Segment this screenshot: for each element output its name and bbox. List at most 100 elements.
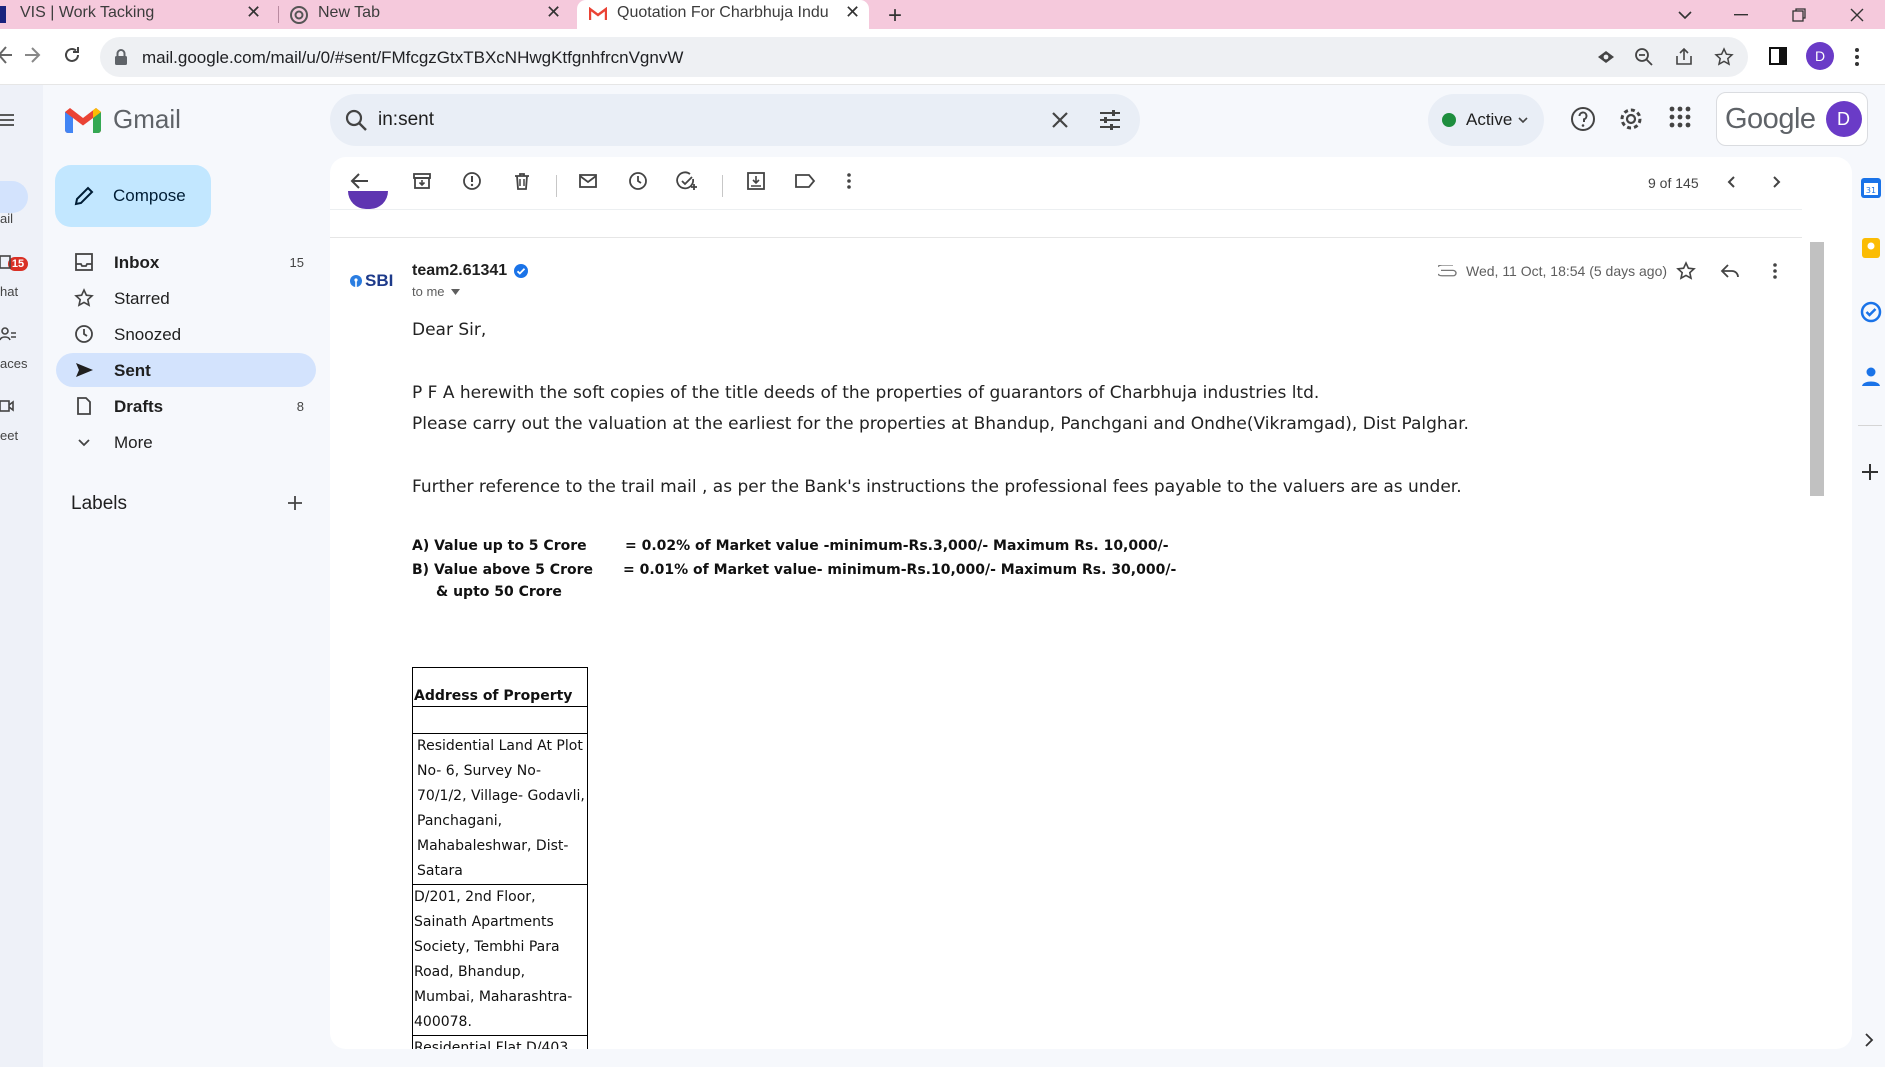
close-window-icon[interactable] xyxy=(1842,0,1872,29)
browser-menu-icon[interactable] xyxy=(1854,47,1860,67)
minimize-icon[interactable] xyxy=(1726,0,1756,29)
bookmark-star-icon[interactable] xyxy=(1714,47,1734,67)
tab-title: Quotation For Charbhuja Indust xyxy=(617,4,829,21)
mail-search-bar[interactable]: in:sent xyxy=(330,94,1140,146)
inbox-count: 15 xyxy=(289,255,304,270)
url-text: mail.google.com/mail/u/0/#sent/FMfcgzGtx… xyxy=(142,48,684,67)
calendar-icon[interactable]: 31 xyxy=(1860,177,1882,199)
close-tab-icon[interactable]: ✕ xyxy=(845,2,860,23)
add-to-tasks-icon[interactable] xyxy=(676,171,698,191)
table-header: Address of Property xyxy=(412,667,588,707)
reload-icon[interactable] xyxy=(62,45,82,65)
mark-unread-icon[interactable] xyxy=(578,171,598,191)
message-scrollbar[interactable] xyxy=(1810,242,1824,496)
settings-gear-icon[interactable] xyxy=(1618,106,1644,132)
spaces-icon[interactable] xyxy=(0,327,16,341)
app-mail-label[interactable]: ail xyxy=(0,211,13,226)
delete-trash-icon[interactable] xyxy=(512,171,532,191)
tab-search-chevron-icon[interactable] xyxy=(1670,0,1700,29)
search-input[interactable]: in:sent xyxy=(378,109,434,131)
message-more-icon[interactable] xyxy=(1772,261,1778,281)
google-apps-grid-icon[interactable] xyxy=(1669,106,1691,128)
recipient-dropdown[interactable]: to me xyxy=(412,284,460,299)
app-meet-label[interactable]: eet xyxy=(0,428,18,443)
sidebar-item-starred[interactable]: Starred xyxy=(56,281,316,315)
create-label-plus-icon[interactable] xyxy=(286,494,304,512)
older-chevron-right-icon[interactable] xyxy=(1770,175,1782,189)
reply-icon[interactable] xyxy=(1720,261,1740,281)
recipient-text: to me xyxy=(412,284,445,299)
help-icon[interactable] xyxy=(1570,106,1596,132)
close-tab-icon[interactable]: ✕ xyxy=(246,2,261,23)
fee-b-label: B) Value above 5 Crore xyxy=(412,562,593,578)
sidebar-item-inbox[interactable]: Inbox 15 xyxy=(56,245,316,279)
contacts-icon[interactable] xyxy=(1861,365,1881,387)
star-message-icon[interactable] xyxy=(1676,261,1696,281)
property-address-table: Address of Property Residential Land At … xyxy=(412,667,588,1049)
more-options-icon[interactable] xyxy=(846,171,852,191)
chat-icon[interactable] xyxy=(0,255,12,269)
back-arrow-icon[interactable] xyxy=(0,45,12,65)
sender-name[interactable]: team2.61341 xyxy=(412,262,507,280)
keep-icon[interactable] xyxy=(1860,237,1882,259)
zoom-icon[interactable] xyxy=(1634,47,1654,67)
tab-title: VIS | Work Tacking xyxy=(20,4,155,21)
active-status-dot xyxy=(1442,113,1456,127)
back-to-list-icon[interactable] xyxy=(350,171,370,191)
address-bar[interactable]: mail.google.com/mail/u/0/#sent/FMfcgzGtx… xyxy=(100,37,1748,77)
app-chat-label[interactable]: hat xyxy=(0,284,18,299)
account-avatar: D xyxy=(1825,101,1862,137)
mail-app-icon[interactable] xyxy=(0,181,28,213)
sidebar-item-more[interactable]: More xyxy=(56,425,316,459)
archive-icon[interactable] xyxy=(412,171,432,191)
previous-message-divider xyxy=(330,237,1802,238)
share-icon[interactable] xyxy=(1674,47,1694,67)
meet-icon[interactable] xyxy=(0,399,14,413)
table-cell-empty xyxy=(412,706,588,734)
restore-icon[interactable] xyxy=(1784,0,1814,29)
chevron-down-icon xyxy=(450,288,460,295)
browser-profile-avatar[interactable]: D xyxy=(1806,42,1834,70)
new-tab-plus-icon[interactable]: + xyxy=(888,2,902,30)
search-icon[interactable] xyxy=(344,108,368,132)
search-options-icon[interactable] xyxy=(1098,108,1122,132)
drafts-count: 8 xyxy=(296,399,304,414)
clear-search-icon[interactable] xyxy=(1048,108,1072,132)
tab-vis-work-tacking[interactable]: VIS | Work Tacking ✕ xyxy=(0,0,278,29)
body-line-2: Please carry out the valuation at the ea… xyxy=(412,414,1469,434)
attachment-icon xyxy=(1438,265,1457,277)
sidebar-item-drafts[interactable]: Drafts 8 xyxy=(56,389,316,423)
snooze-clock-icon[interactable] xyxy=(628,171,648,191)
tab-new-tab[interactable]: New Tab ✕ xyxy=(280,0,570,29)
main-menu-icon[interactable] xyxy=(0,113,14,127)
tasks-icon[interactable] xyxy=(1860,301,1882,323)
sender-logo: SBI xyxy=(350,271,393,291)
close-tab-icon[interactable]: ✕ xyxy=(546,2,561,23)
sidebar-item-label: Sent xyxy=(114,361,151,380)
labels-heading: Labels xyxy=(71,493,127,514)
lock-icon[interactable] xyxy=(114,49,128,65)
verified-badge-icon xyxy=(514,264,529,278)
gmail-logo[interactable]: Gmail xyxy=(65,104,181,135)
app-spaces-label[interactable]: aces xyxy=(0,356,27,371)
chrome-icon xyxy=(290,6,308,24)
report-spam-icon[interactable] xyxy=(462,171,482,191)
label-tag-icon[interactable] xyxy=(794,171,816,191)
side-panel-icon[interactable] xyxy=(1768,46,1788,66)
sender-info[interactable]: team2.61341 xyxy=(412,262,529,280)
google-account-button[interactable]: Google D xyxy=(1716,92,1868,146)
sidebar-item-snoozed[interactable]: Snoozed xyxy=(56,317,316,351)
show-side-panel-chevron-icon[interactable] xyxy=(1864,1033,1874,1047)
forward-arrow-icon[interactable] xyxy=(22,45,42,65)
status-dropdown[interactable]: Active xyxy=(1428,94,1544,146)
browser-toolbar: mail.google.com/mail/u/0/#sent/FMfcgzGtx… xyxy=(0,29,1885,85)
gmail-brand-text: Gmail xyxy=(113,104,181,134)
compose-button[interactable]: Compose xyxy=(55,165,211,227)
move-to-icon[interactable] xyxy=(746,171,766,191)
sidebar-item-sent[interactable]: Sent xyxy=(56,353,316,387)
get-addons-plus-icon[interactable] xyxy=(1861,463,1879,481)
tab-quotation[interactable]: Quotation For Charbhuja Indust ✕ xyxy=(577,0,869,29)
eye-extension-icon[interactable] xyxy=(1596,47,1616,67)
side-apps-panel: 31 xyxy=(1852,157,1885,1067)
newer-chevron-left-icon[interactable] xyxy=(1726,175,1738,189)
